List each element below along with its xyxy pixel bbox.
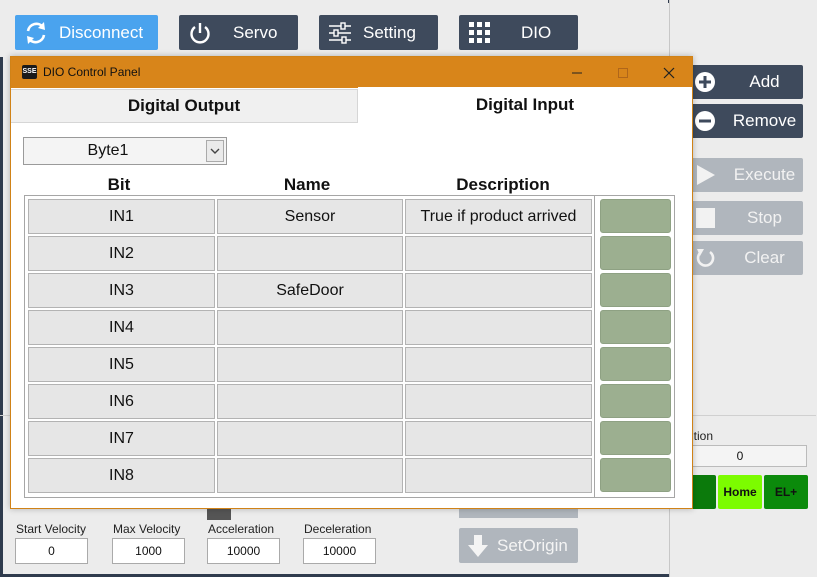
- description-cell[interactable]: True if product arrived: [405, 199, 592, 234]
- setting-label: Setting: [363, 22, 416, 42]
- name-cell[interactable]: [217, 347, 403, 382]
- setorigin-button[interactable]: SetOrigin: [459, 528, 578, 563]
- minimize-icon: [572, 72, 582, 73]
- input-status-indicator: [600, 273, 671, 307]
- input-status-indicator: [600, 347, 671, 381]
- refresh-icon: [26, 21, 46, 44]
- input-status-indicator: [600, 384, 671, 418]
- input-status-indicator: [600, 236, 671, 270]
- start-velocity-input[interactable]: 0: [15, 538, 88, 564]
- divider: [594, 196, 595, 497]
- digital-input-panel: Byte1 Bit Name Description IN1 Sensor Tr…: [11, 123, 692, 508]
- bit-cell: IN7: [28, 421, 215, 456]
- description-cell[interactable]: [405, 421, 592, 456]
- servo-label: Servo: [233, 22, 278, 42]
- column-header-name: Name: [283, 175, 331, 194]
- input-status-indicator: [600, 199, 671, 233]
- name-cell[interactable]: [217, 384, 403, 419]
- el-plus-button[interactable]: EL+: [764, 475, 808, 509]
- stop-label: Stop: [747, 208, 782, 227]
- name-cell[interactable]: SafeDoor: [217, 273, 403, 308]
- input-status-indicator: [600, 458, 671, 492]
- bit-cell: IN6: [28, 384, 215, 419]
- dio-button[interactable]: DIO: [459, 15, 578, 50]
- bit-cell: IN8: [28, 458, 215, 493]
- execute-button[interactable]: Execute: [690, 158, 803, 192]
- tab-digital-output[interactable]: Digital Output: [11, 89, 358, 123]
- name-cell[interactable]: Sensor: [217, 199, 403, 234]
- dialog-titlebar[interactable]: SSE DIO Control Panel: [11, 57, 692, 88]
- byte-select[interactable]: Byte1: [23, 137, 227, 165]
- acceleration-label: Acceleration: [208, 522, 275, 536]
- description-cell[interactable]: [405, 236, 592, 271]
- position-label: ition: [691, 429, 714, 443]
- stop-icon: [696, 208, 715, 228]
- setorigin-label: SetOrigin: [497, 535, 568, 555]
- name-cell[interactable]: [217, 236, 403, 271]
- scroll-stub: [207, 508, 231, 520]
- remove-button[interactable]: Remove: [690, 104, 803, 138]
- input-status-indicator: [600, 421, 671, 455]
- bit-cell: IN2: [28, 236, 215, 271]
- description-cell[interactable]: [405, 273, 592, 308]
- dialog-title: DIO Control Panel: [43, 65, 141, 79]
- bit-cell: IN1: [28, 199, 215, 234]
- minimize-button[interactable]: [554, 57, 600, 88]
- acceleration-input[interactable]: 10000: [207, 538, 280, 564]
- column-header-bit: Bit: [107, 175, 131, 194]
- description-cell[interactable]: [405, 347, 592, 382]
- plus-circle-icon: [695, 72, 715, 92]
- remove-label: Remove: [732, 111, 797, 130]
- arrow-down-icon: [468, 534, 488, 557]
- bit-cell: IN3: [28, 273, 215, 308]
- disconnect-button[interactable]: Disconnect: [15, 15, 158, 50]
- deceleration-input[interactable]: 10000: [303, 538, 376, 564]
- clear-button[interactable]: Clear: [690, 241, 803, 275]
- add-label: Add: [749, 72, 780, 91]
- description-cell[interactable]: [405, 384, 592, 419]
- home-button[interactable]: Home: [718, 475, 762, 509]
- stop-button[interactable]: Stop: [690, 201, 803, 235]
- clear-label: Clear: [744, 248, 785, 267]
- description-cell[interactable]: [405, 458, 592, 493]
- tab-bar: Digital Output Digital Input: [11, 87, 692, 123]
- execute-label: Execute: [733, 165, 796, 184]
- max-velocity-input[interactable]: 1000: [112, 538, 185, 564]
- app-logo-icon: SSE: [22, 65, 37, 79]
- name-cell[interactable]: [217, 310, 403, 345]
- tab-digital-input[interactable]: Digital Input: [358, 87, 692, 123]
- name-cell[interactable]: [217, 421, 403, 456]
- power-icon: [190, 22, 210, 44]
- minus-circle-icon: [695, 111, 715, 131]
- maximize-button[interactable]: [600, 57, 646, 88]
- chevron-down-icon[interactable]: [206, 140, 224, 162]
- setting-button[interactable]: Setting: [319, 15, 438, 50]
- byte-select-value: Byte1: [87, 142, 129, 159]
- add-button[interactable]: Add: [690, 65, 803, 99]
- column-header-description: Description: [456, 175, 550, 194]
- grid-icon: [469, 21, 490, 43]
- play-icon: [697, 165, 715, 185]
- close-button[interactable]: [646, 57, 692, 88]
- bit-cell: IN5: [28, 347, 215, 382]
- start-velocity-label: Start Velocity: [16, 522, 87, 536]
- hidden-button-edge: [459, 508, 578, 518]
- max-velocity-label: Max Velocity: [113, 522, 181, 536]
- deceleration-label: Deceleration: [304, 522, 372, 536]
- position-field[interactable]: 0: [673, 445, 807, 467]
- bit-cell: IN4: [28, 310, 215, 345]
- dio-label: DIO: [521, 22, 552, 42]
- top-toolbar: Disconnect Servo Setting DIO: [0, 0, 668, 57]
- maximize-icon: [618, 67, 628, 78]
- digital-input-table: IN1 Sensor True if product arrived IN2 I…: [24, 195, 675, 498]
- sliders-icon: [329, 21, 351, 44]
- dio-control-panel-dialog: SSE DIO Control Panel Digital Output Dig…: [10, 56, 693, 509]
- name-cell[interactable]: [217, 458, 403, 493]
- close-icon: [663, 67, 675, 78]
- input-status-indicator: [600, 310, 671, 344]
- description-cell[interactable]: [405, 310, 592, 345]
- disconnect-label: Disconnect: [59, 22, 144, 42]
- reset-icon: [696, 249, 715, 267]
- servo-button[interactable]: Servo: [179, 15, 298, 50]
